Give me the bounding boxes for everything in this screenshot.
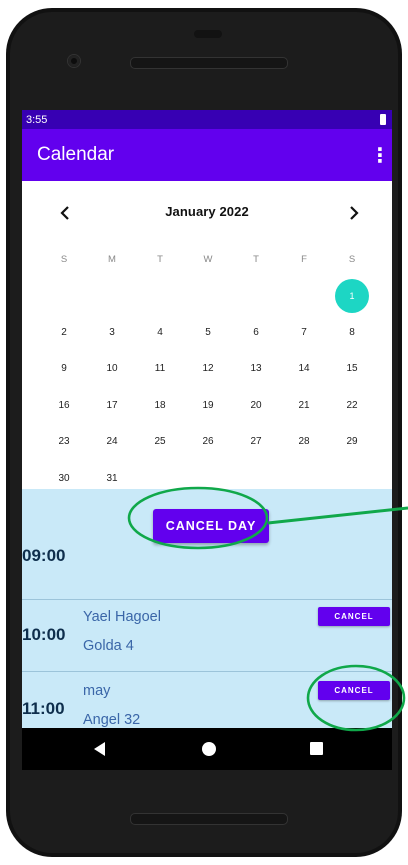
day-cell[interactable]: 25: [136, 436, 184, 447]
sensor: [194, 30, 222, 38]
bottom-speaker: [130, 813, 288, 825]
day-cell[interactable]: 16: [40, 400, 88, 411]
schedule-list: CANCEL DAY 09:00 Yael Hagoel CANCEL 10:0…: [22, 489, 392, 728]
weekday-label: F: [301, 253, 307, 265]
client-address: Angel 32: [83, 712, 141, 728]
day-cell[interactable]: 19: [184, 400, 232, 411]
day-cell[interactable]: 22: [328, 400, 376, 411]
day-cell[interactable]: 13: [232, 363, 280, 374]
day-cell[interactable]: 26: [184, 436, 232, 447]
day-cell[interactable]: 12: [184, 363, 232, 374]
recents-square-icon[interactable]: [310, 742, 323, 755]
status-bar: 3:55: [22, 110, 392, 129]
client-address: Golda 4: [83, 638, 134, 654]
day-cell[interactable]: 17: [88, 400, 136, 411]
cancel-day-button[interactable]: CANCEL DAY: [153, 509, 269, 543]
weekday-label: T: [157, 253, 163, 265]
slot-time: 11:00: [22, 699, 65, 718]
calendar-grid: S M T W T F S 1 2 3 4 5 6 7 8 9 10 11 12 13 14 15 16 17 18 19 20 21…: [40, 241, 382, 497]
day-cell[interactable]: 11: [136, 363, 184, 374]
weekday-label: S: [60, 253, 68, 265]
cancel-appointment-button[interactable]: CANCEL: [318, 681, 390, 700]
weekday-label: M: [108, 253, 116, 265]
app-title: Calendar: [37, 144, 115, 165]
day-cell[interactable]: 24: [88, 436, 136, 447]
week-row: 1: [40, 278, 382, 315]
week-row: 9 10 11 12 13 14 15: [40, 351, 382, 388]
client-name: Yael Hagoel: [83, 609, 161, 625]
weekday-label: S: [348, 253, 356, 265]
month-label: January 2022: [165, 204, 249, 219]
day-cell[interactable]: 28: [280, 436, 328, 447]
week-row: 23 24 25 26 27 28 29: [40, 424, 382, 461]
cancel-appointment-button[interactable]: CANCEL: [318, 607, 390, 626]
day-cell[interactable]: 18: [136, 400, 184, 411]
client-name: may: [83, 683, 111, 699]
day-cell[interactable]: 31: [88, 473, 136, 484]
earpiece-speaker: [130, 57, 288, 69]
day-cell[interactable]: 5: [184, 327, 232, 338]
day-cell[interactable]: 2: [40, 327, 88, 338]
day-cell[interactable]: 9: [40, 363, 88, 374]
back-triangle-icon[interactable]: [94, 742, 105, 756]
divider: [22, 671, 392, 672]
home-circle-icon[interactable]: [202, 742, 216, 756]
day-cell[interactable]: 10: [88, 363, 136, 374]
status-time: 3:55: [26, 113, 48, 126]
calendar-header: January 2022: [22, 201, 392, 225]
slot-time: 10:00: [22, 625, 66, 644]
calendar-view: January 2022 S M T W T F S 1 2 3 4 5 6 7 8 9 10 11 12 13 14 1…: [22, 181, 392, 489]
day-cell[interactable]: 20: [232, 400, 280, 411]
week-row: 2345678: [40, 314, 382, 351]
app-bar: Calendar ⋮: [22, 129, 392, 181]
camera-icon: [68, 55, 80, 67]
day-cell[interactable]: 7: [280, 327, 328, 338]
divider: [22, 599, 392, 600]
day-cell[interactable]: 29: [328, 436, 376, 447]
app-screen: 3:55 Calendar ⋮ January 2022 SMTWTFS1234…: [22, 110, 392, 728]
day-cell[interactable]: 15: [328, 363, 376, 374]
day-cell[interactable]: 4: [136, 327, 184, 338]
day-cell[interactable]: 27: [232, 436, 280, 447]
day-cell[interactable]: 1: [328, 278, 376, 313]
weekday-label: W: [203, 253, 213, 265]
day-cell[interactable]: 30: [40, 473, 88, 484]
weekday-label: T: [253, 253, 259, 265]
weekday-row: SMTWTFS: [40, 241, 382, 278]
battery-icon: [380, 114, 386, 125]
slot-time: 09:00: [22, 546, 66, 565]
system-nav-bar: [22, 728, 392, 770]
chevron-right-icon[interactable]: [347, 201, 361, 225]
day-cell[interactable]: 3: [88, 327, 136, 338]
day-cell[interactable]: 14: [280, 363, 328, 374]
day-cell[interactable]: 6: [232, 327, 280, 338]
selected-day[interactable]: 1: [335, 278, 369, 313]
day-cell[interactable]: 8: [328, 327, 376, 338]
more-vert-icon[interactable]: ⋮: [370, 145, 390, 165]
day-cell[interactable]: 23: [40, 436, 88, 447]
day-cell[interactable]: 21: [280, 400, 328, 411]
week-row: 16 17 18 19 20 21 22: [40, 387, 382, 424]
